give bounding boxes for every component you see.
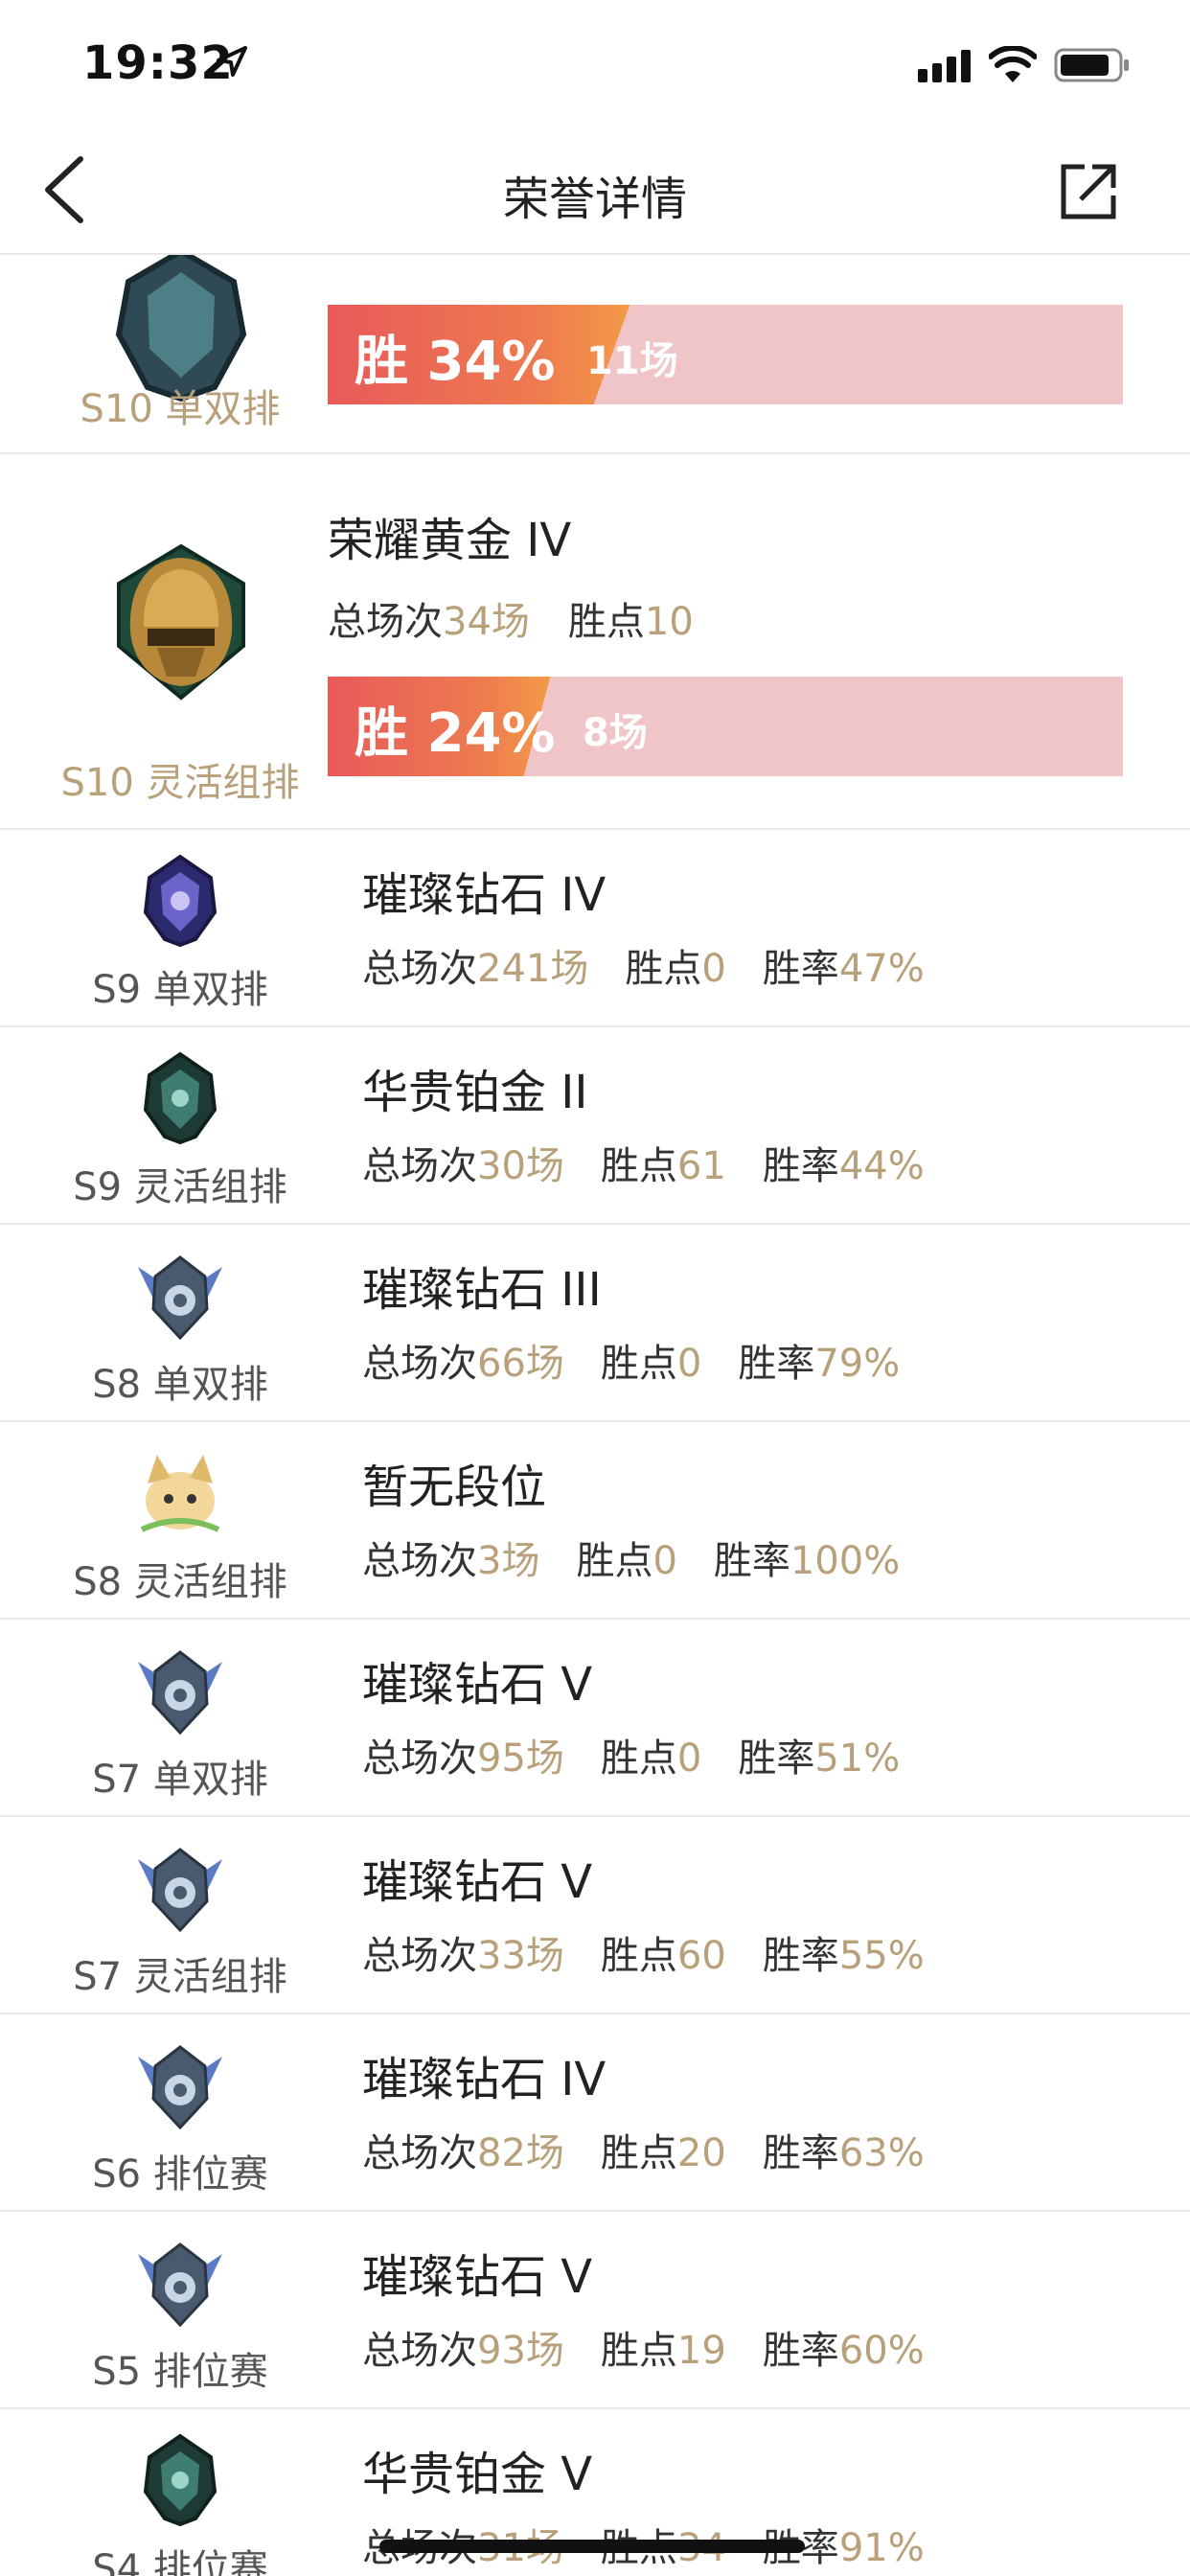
- page-title: 荣誉详情: [502, 172, 687, 226]
- season-stats: 总场次34场 胜点10: [328, 600, 694, 644]
- battery-icon: [1054, 48, 1129, 82]
- season-row[interactable]: S6 排位赛 璀璨钻石 IV 总场次82场 胜点20 胜率63%: [0, 2014, 1190, 2212]
- winged-diamond-emblem-icon: [138, 2045, 222, 2130]
- season-label: S8 灵活组排: [73, 1560, 287, 1604]
- share-icon[interactable]: [1058, 161, 1119, 222]
- season-row[interactable]: S9 单双排 璀璨钻石 IV 总场次241场 胜点0 胜率47%: [0, 830, 1190, 1027]
- win-rate-text: 胜 34%: [355, 331, 556, 393]
- season-row[interactable]: S7 单双排 璀璨钻石 V 总场次95场 胜点0 胜率51%: [0, 1620, 1190, 1817]
- season-row[interactable]: S8 单双排 璀璨钻石 III 总场次66场 胜点0 胜率79%: [0, 1225, 1190, 1422]
- season-row[interactable]: S9 灵活组排 华贵铂金 II 总场次30场 胜点61 胜率44%: [0, 1027, 1190, 1225]
- season-row[interactable]: S5 排位赛 璀璨钻石 V 总场次93场 胜点19 胜率60%: [0, 2212, 1190, 2409]
- rank-name: 璀璨钻石 V: [362, 1658, 593, 1712]
- gold-helmet-emblem-icon: [117, 543, 245, 701]
- season-row[interactable]: S8 灵活组排 暂无段位总场次3场 胜点0 胜率100%: [0, 1422, 1190, 1620]
- status-bar: 19:32: [0, 0, 1190, 126]
- winged-diamond-emblem-icon: [138, 2242, 222, 2328]
- season-label: S4 排位赛: [92, 2547, 268, 2576]
- season-label: S9 单双排: [92, 968, 268, 1012]
- home-indicator: [379, 2540, 805, 2553]
- season-row[interactable]: S7 灵活组排 璀璨钻石 V 总场次33场 胜点60 胜率55%: [0, 1817, 1190, 2014]
- season-stats: 总场次93场 胜点19 胜率60%: [362, 2329, 925, 2373]
- season-stats: 总场次3场 胜点0 胜率100%: [362, 1539, 901, 1583]
- season-stats: 总场次30场 胜点61 胜率44%: [362, 1144, 925, 1188]
- rank-name: 璀璨钻石 IV: [362, 868, 606, 922]
- winged-diamond-emblem-icon: [138, 1650, 222, 1736]
- platinum-emblem-icon: [143, 2433, 217, 2527]
- location-arrow-icon: [217, 46, 247, 77]
- wifi-icon: [989, 46, 1037, 82]
- wins-count: 8场: [583, 711, 648, 755]
- platinum-emblem-icon: [143, 1051, 217, 1145]
- season-label: S10 灵活组排: [60, 761, 300, 805]
- season-label: S6 排位赛: [92, 2152, 268, 2196]
- season-label: S7 单双排: [92, 1758, 268, 1802]
- season-stats: 总场次241场 胜点0 胜率47%: [362, 947, 925, 991]
- win-rate-bar: 胜 24% 8场: [328, 677, 1123, 776]
- win-rate-bar: 胜 34% 11场: [328, 305, 1123, 404]
- rank-name: 璀璨钻石 V: [362, 2250, 593, 2304]
- rank-name: 荣耀黄金 IV: [328, 514, 572, 567]
- featured-season-card[interactable]: S10 灵活组排 荣耀黄金 IV 总场次34场 胜点10 胜 24% 8场: [0, 454, 1190, 830]
- winged-diamond-emblem-icon: [138, 1848, 222, 1933]
- season-stats: 总场次95场 胜点0 胜率51%: [362, 1736, 901, 1781]
- nav-bar: 荣誉详情: [0, 126, 1190, 255]
- season-label: S5 排位赛: [92, 2350, 268, 2394]
- diamond-emblem-icon: [143, 854, 217, 948]
- rank-name: 暂无段位: [362, 1460, 547, 1514]
- cellular-signal-icon: [918, 50, 971, 82]
- rank-name: 华贵铂金 V: [362, 2448, 593, 2501]
- season-stats: 总场次82场 胜点20 胜率63%: [362, 2131, 925, 2175]
- season-label: S8 单双排: [92, 1363, 268, 1407]
- season-label: S9 灵活组排: [73, 1165, 287, 1209]
- winged-diamond-emblem-icon: [138, 1255, 222, 1341]
- honor-list: S10 单双排 胜 34% 11场 S10 灵活组排 荣耀黄金 IV 总场次34…: [0, 253, 1190, 2576]
- status-time: 19:32: [82, 36, 234, 90]
- unranked-mascot-icon: [140, 1455, 220, 1532]
- featured-season-card[interactable]: S10 单双排 胜 34% 11场: [0, 253, 1190, 454]
- season-label: S10 单双排: [80, 387, 281, 431]
- rank-name: 璀璨钻石 IV: [362, 2053, 606, 2106]
- season-stats: 总场次33场 胜点60 胜率55%: [362, 1934, 925, 1978]
- season-label: S7 灵活组排: [73, 1955, 287, 1999]
- win-rate-text: 胜 24%: [355, 702, 556, 765]
- season-stats: 总场次66场 胜点0 胜率79%: [362, 1342, 901, 1386]
- rank-name: 华贵铂金 II: [362, 1066, 588, 1119]
- rank-name: 璀璨钻石 V: [362, 1855, 593, 1909]
- rank-name: 璀璨钻石 III: [362, 1263, 602, 1317]
- wins-count: 11场: [586, 339, 678, 383]
